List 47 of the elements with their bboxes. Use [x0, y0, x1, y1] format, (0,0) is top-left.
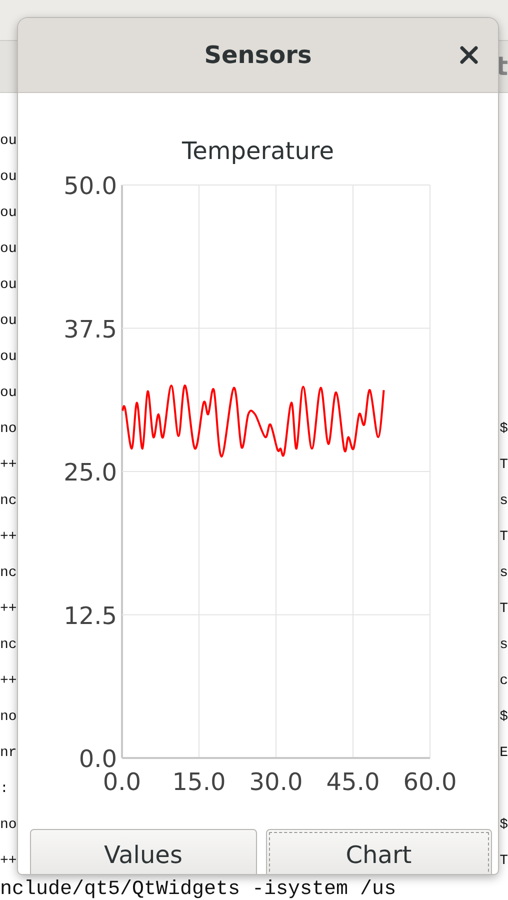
- terminal-text: ou: [0, 133, 17, 149]
- terminal-text: ++: [0, 457, 17, 473]
- terminal-text: T: [500, 457, 508, 473]
- terminal-text: ou: [0, 169, 17, 185]
- axis-tick-label: 37.5: [64, 315, 117, 344]
- axis-tick-label: 45.0: [326, 768, 380, 796]
- terminal-text: ou: [0, 385, 17, 401]
- terminal-text: nc: [0, 565, 17, 581]
- terminal-text: no: [0, 817, 17, 833]
- terminal-text: T: [500, 853, 508, 869]
- dialog-button[interactable]: Chart: [266, 829, 492, 874]
- terminal-text: ++: [0, 673, 17, 689]
- terminal-text: nc: [0, 493, 17, 509]
- axis-tick-label: 60.0: [403, 768, 457, 796]
- terminal-text: ++: [0, 853, 17, 869]
- terminal-text: nr: [0, 745, 17, 761]
- terminal-text: s: [500, 637, 508, 653]
- terminal-text: ou: [0, 349, 17, 365]
- terminal-text: ++: [0, 529, 17, 545]
- axis-tick-label: 50.0: [64, 172, 117, 200]
- terminal-text: ou: [0, 241, 17, 257]
- terminal-text: ou: [0, 205, 17, 221]
- terminal-text: ou: [0, 277, 17, 293]
- terminal-text: s: [500, 493, 508, 509]
- axis-tick-label: 12.5: [64, 602, 117, 630]
- terminal-text: E: [500, 745, 508, 761]
- terminal-text: s: [500, 565, 508, 581]
- terminal-text: T: [500, 601, 508, 617]
- terminal-text: $: [500, 817, 508, 833]
- terminal-text: $: [500, 421, 508, 437]
- axis-tick-label: 25.0: [64, 458, 117, 486]
- dialog-button[interactable]: Values: [30, 829, 256, 874]
- terminal-text: no: [0, 421, 17, 437]
- terminal-text: nc: [0, 637, 17, 653]
- axis-tick-label: 30.0: [249, 768, 303, 796]
- close-icon: [460, 46, 478, 64]
- dialog-title: Sensors: [204, 41, 312, 69]
- terminal-text: ou: [0, 313, 17, 329]
- terminal-text: :: [0, 781, 8, 797]
- axis-tick-label: 15.0: [172, 768, 226, 796]
- terminal-text: T: [500, 529, 508, 545]
- terminal-text: $: [500, 709, 508, 725]
- terminal-text: c: [500, 673, 508, 689]
- terminal-text: ++: [0, 601, 17, 617]
- terminal-text: nclude/qt5/QtWidgets -isystem /us: [0, 879, 398, 900]
- terminal-text: no: [0, 709, 17, 725]
- chart-title: Temperature: [182, 137, 334, 165]
